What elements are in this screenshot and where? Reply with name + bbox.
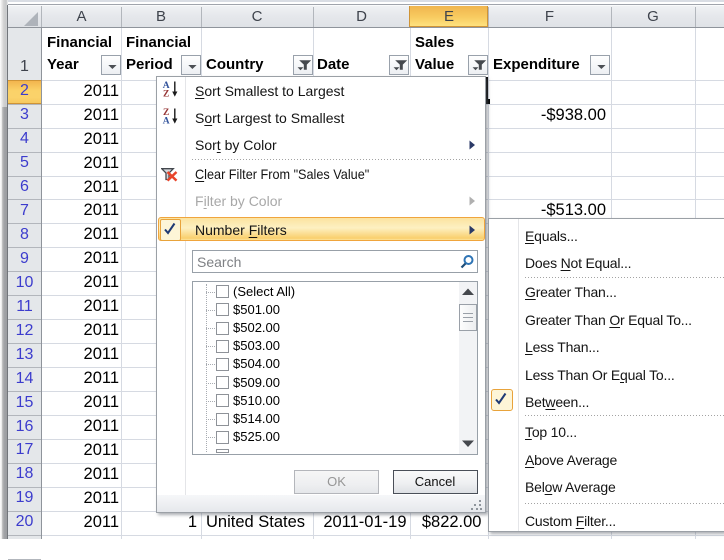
svg-text:A: A	[163, 116, 170, 125]
svg-text:Z: Z	[163, 89, 169, 98]
